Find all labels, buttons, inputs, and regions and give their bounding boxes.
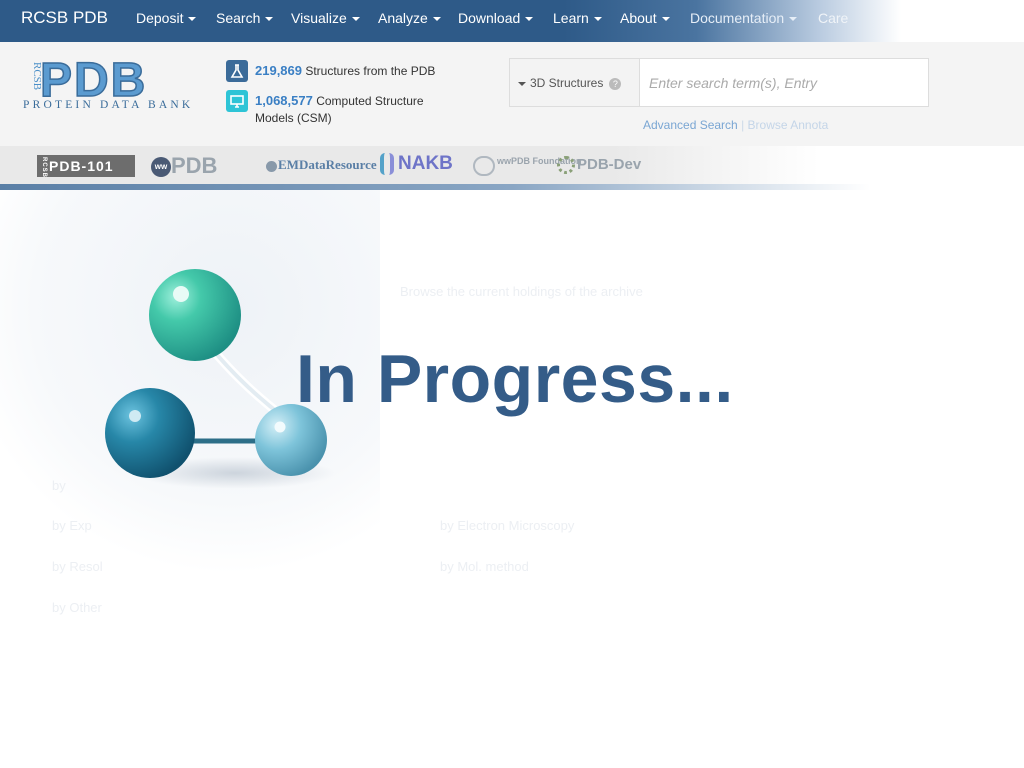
chevron-down-icon: [188, 17, 197, 22]
pdb-count[interactable]: 219,869: [255, 63, 302, 78]
nav-download-label: Download: [458, 10, 521, 26]
csm-text: Computed Structure: [316, 94, 424, 108]
nav-deposit[interactable]: Deposit: [136, 10, 197, 26]
csm-count[interactable]: 1,068,577: [255, 93, 313, 108]
nav-about-label: About: [620, 10, 657, 26]
nakb-logo[interactable]: NAKB: [380, 153, 453, 175]
pdb101-prefix: RCSB: [41, 157, 47, 179]
structure-type-label: 3D Structures: [530, 76, 604, 90]
top-navbar: RCSB PDB Deposit Search Visualize Analyz…: [0, 0, 1024, 42]
nakb-label: NAKB: [398, 153, 453, 175]
pdb-structures-stat: 219,869 Structures from the PDB: [255, 62, 435, 80]
logo-sub-text: PROTEIN DATA BANK: [23, 99, 193, 110]
chevron-down-icon: [432, 17, 441, 22]
wwpdb-foundation-logo[interactable]: wwPDB Foundation: [473, 156, 582, 178]
foundation-emblem-icon: [473, 156, 495, 176]
browse-by-resolution-link[interactable]: by Resol: [52, 559, 103, 574]
nav-analyze-label: Analyze: [378, 10, 428, 26]
browse-by-link[interactable]: by: [52, 478, 66, 493]
holdings-text: Browse the current holdings of the archi…: [400, 284, 643, 299]
nav-careers-label: Care: [818, 10, 849, 26]
chevron-down-icon: [661, 17, 670, 22]
search-input[interactable]: Enter search term(s), Entry: [649, 75, 817, 91]
nav-visualize[interactable]: Visualize: [291, 10, 360, 26]
nav-search-label: Search: [216, 10, 261, 26]
logo-graphic: RCSB PDB PROTEIN DATA BANK: [23, 53, 193, 111]
nav-deposit-label: Deposit: [136, 10, 184, 26]
pdb101-label: PDB-101: [49, 158, 114, 175]
pdb-dev-logo[interactable]: PDB-Dev: [557, 156, 641, 178]
nav-careers[interactable]: Care: [818, 10, 848, 26]
help-icon[interactable]: ?: [609, 77, 622, 90]
search-links: Advanced Search | Browse Annota: [643, 118, 828, 132]
pdb-dev-label: PDB-Dev: [577, 156, 642, 173]
em-globe-icon: [266, 160, 277, 172]
emdataresource-label: EMDataResource: [278, 157, 377, 172]
helix-icon: [380, 153, 394, 175]
nav-learn-label: Learn: [553, 10, 589, 26]
nav-documentation[interactable]: Documentation: [690, 10, 798, 26]
emdataresource-logo[interactable]: EMDataResource: [266, 157, 377, 179]
csm-text-line2: Models (CSM): [255, 111, 332, 125]
nav-documentation-label: Documentation: [690, 10, 785, 26]
wwpdb-prefix: ww: [151, 157, 171, 178]
chevron-down-icon: [525, 17, 534, 22]
csm-stat: 1,068,577 Computed Structure Models (CSM…: [255, 92, 424, 127]
nav-about[interactable]: About: [620, 10, 670, 26]
browse-by-other-link[interactable]: by Other: [52, 600, 102, 615]
browse-by-method-link[interactable]: by Mol. method: [440, 559, 529, 574]
wwpdb-label: PDB: [171, 153, 218, 178]
search-box: 3D Structures? Enter search term(s), Ent…: [509, 58, 929, 107]
chevron-down-icon: [351, 17, 360, 22]
brand-link[interactable]: RCSB PDB: [21, 8, 108, 28]
nav-download[interactable]: Download: [458, 10, 534, 26]
nav-learn[interactable]: Learn: [553, 10, 602, 26]
structure-type-dropdown[interactable]: 3D Structures?: [510, 59, 640, 106]
in-progress-title: In Progress...: [296, 341, 734, 417]
advanced-search-link[interactable]: Advanced Search: [643, 118, 738, 132]
browse-annotations-link[interactable]: Browse Annota: [748, 118, 829, 132]
pdb101-logo[interactable]: RCSB PDB-101: [37, 155, 135, 179]
flask-icon: [226, 60, 248, 82]
pdb-text: Structures from the PDB: [305, 64, 436, 78]
browse-by-em-link[interactable]: by Electron Microscopy: [440, 518, 574, 533]
nav-search[interactable]: Search: [216, 10, 274, 26]
chevron-down-icon: [593, 17, 602, 22]
chevron-down-icon: [789, 17, 798, 22]
gear-icon: [557, 156, 575, 175]
nav-visualize-label: Visualize: [291, 10, 347, 26]
caret-down-icon: [518, 81, 526, 86]
chevron-down-icon: [265, 17, 274, 22]
rcsb-pdb-logo[interactable]: RCSB PDB PROTEIN DATA BANK: [22, 53, 212, 111]
wwpdb-logo[interactable]: ww PDB: [151, 153, 218, 178]
nav-analyze[interactable]: Analyze: [378, 10, 441, 26]
link-separator: |: [741, 118, 745, 132]
monitor-icon: [226, 90, 248, 112]
browse-by-experiment-link[interactable]: by Exp: [52, 518, 92, 533]
